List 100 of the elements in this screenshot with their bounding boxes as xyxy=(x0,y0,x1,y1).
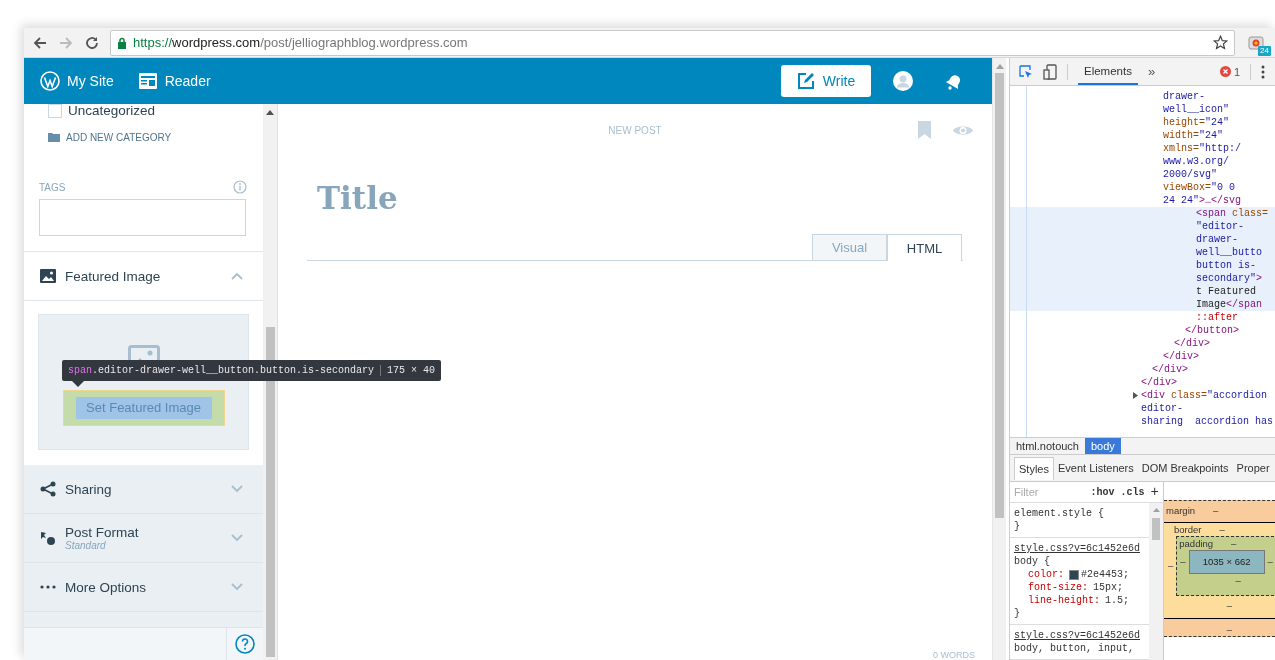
code-line: </div> xyxy=(1163,350,1199,363)
breadcrumb[interactable]: html.notouch xyxy=(1010,438,1085,454)
size-text: 175 × 40 xyxy=(380,365,436,376)
editor-tab[interactable]: HTML xyxy=(887,234,962,261)
more-menu-icon[interactable] xyxy=(1261,64,1265,79)
extension-badge: 24 xyxy=(1258,45,1271,56)
error-count: 1 xyxy=(1233,65,1240,78)
code-line: button is- xyxy=(1196,259,1256,272)
collapsed-triangle-icon[interactable] xyxy=(1132,392,1139,399)
devtools-tab[interactable]: Elements xyxy=(1078,58,1138,85)
code-line: "editor- xyxy=(1196,220,1244,233)
css-selector: element.style { xyxy=(1014,507,1105,520)
code-line: <div class="accordion xyxy=(1141,389,1268,402)
stylesheet-link[interactable]: style.css?v=6c1452e6d xyxy=(1014,542,1149,555)
code-line: sharing accordion has xyxy=(1141,415,1274,428)
info-icon[interactable] xyxy=(233,180,248,194)
avatar-icon[interactable] xyxy=(893,71,913,91)
styles-tab[interactable]: DOM Breakpoints xyxy=(1137,457,1233,479)
help-icon[interactable] xyxy=(235,634,256,654)
reload-icon[interactable] xyxy=(84,34,100,51)
css-brace: } xyxy=(1014,607,1021,620)
breadcrumb[interactable]: body xyxy=(1085,438,1121,454)
accordion-header[interactable]: Sharing xyxy=(24,465,264,514)
box-value: – xyxy=(1168,560,1174,572)
css-property: line-height: xyxy=(1028,594,1100,607)
back-arrow-icon[interactable] xyxy=(32,34,48,51)
pen-dot-icon xyxy=(40,530,56,546)
stylesheet-link[interactable]: style.css?v=6c1452e6d xyxy=(1014,629,1149,642)
code-line: well__icon" xyxy=(1163,103,1229,116)
section-subtitle: Standard xyxy=(65,540,107,551)
star-icon[interactable] xyxy=(1213,35,1228,50)
code-line: drawer- xyxy=(1163,90,1205,103)
tags-field[interactable] xyxy=(39,199,247,236)
box-value: – xyxy=(1226,599,1233,611)
pencil-square-icon xyxy=(796,72,815,90)
image-icon xyxy=(40,269,56,283)
css-brace: } xyxy=(1014,520,1021,533)
box-value: – xyxy=(1213,504,1219,516)
scrollbar-thumb[interactable] xyxy=(1152,518,1160,540)
code-line: width="24" xyxy=(1163,129,1224,142)
error-icon[interactable] xyxy=(1219,66,1231,77)
box-value: – xyxy=(1235,574,1241,586)
box-value: – xyxy=(1219,523,1225,535)
code-line: </div> xyxy=(1141,376,1177,389)
wordpress-logo-icon xyxy=(40,71,60,91)
address-bar[interactable]: https://wordpress.com/post/jelliographblog.wordpress.com xyxy=(110,29,1235,56)
inspect-icon[interactable] xyxy=(1019,64,1033,79)
scrollbar-thumb[interactable] xyxy=(995,73,1004,518)
code-line: </button> xyxy=(1185,324,1239,337)
bell-icon[interactable] xyxy=(945,72,962,90)
more-tabs-button[interactable]: » xyxy=(1147,64,1156,79)
category-label: Uncategorized xyxy=(68,104,156,118)
code-line: drawer- xyxy=(1196,233,1238,246)
folder-icon xyxy=(48,132,60,142)
device-toolbar-icon[interactable] xyxy=(1043,63,1057,80)
section-title: More Options xyxy=(65,579,148,595)
code-line: 24 24">…</svg xyxy=(1163,194,1242,207)
add-category-link[interactable]: ADD NEW CATEGORY xyxy=(66,131,172,143)
write-button[interactable]: Write xyxy=(781,65,871,97)
code-line: t Featured xyxy=(1196,285,1256,298)
css-property: font-size: xyxy=(1028,581,1088,594)
toggle-button[interactable]: .cls xyxy=(1120,486,1145,498)
my-site-link[interactable]: My Site xyxy=(40,71,114,91)
css-value: 15px; xyxy=(1093,581,1124,594)
accordion-header[interactable]: Post Format Standard xyxy=(24,514,264,563)
featured-image-header[interactable]: Featured Image xyxy=(24,252,264,301)
code-line: </div> xyxy=(1174,337,1210,350)
code-line: Image</span xyxy=(1196,298,1263,311)
selector-text: span.editor-drawer-well__button.button.is-secondary xyxy=(68,365,375,376)
chevron-up-icon[interactable] xyxy=(231,272,244,280)
ellipsis-icon xyxy=(40,585,56,589)
code-line: </div> xyxy=(1152,363,1188,376)
accordion-header[interactable]: More Options xyxy=(24,563,264,612)
section-title: Featured Image xyxy=(65,268,162,284)
box-value: – xyxy=(1226,624,1233,636)
css-value: 1.5; xyxy=(1105,594,1130,607)
code-line: secondary"> xyxy=(1196,272,1263,285)
lock-icon xyxy=(117,36,127,49)
reader-link[interactable]: Reader xyxy=(137,72,211,90)
styles-tab[interactable]: Proper xyxy=(1232,457,1274,479)
styles-tab[interactable]: Event Listeners xyxy=(1053,457,1138,479)
section-title: Post Format xyxy=(65,525,140,540)
checkbox[interactable] xyxy=(48,104,62,118)
new-rule-button[interactable]: + xyxy=(1150,484,1159,500)
css-selector: body, button, input, xyxy=(1014,642,1136,655)
box-value: – xyxy=(1267,556,1273,568)
share-icon xyxy=(40,481,56,497)
code-line: height="24" xyxy=(1163,116,1230,129)
new-post-heading: NEW POST xyxy=(608,125,662,136)
box-label: border xyxy=(1173,523,1202,535)
word-count: 0 WORDS xyxy=(933,650,975,660)
styles-tab[interactable]: Styles xyxy=(1014,456,1054,480)
code-line: ::after xyxy=(1196,311,1238,324)
css-selector: body { xyxy=(1014,555,1051,568)
box-size: 1035 × 662 xyxy=(1202,556,1251,568)
toggle-button[interactable]: :hov xyxy=(1090,486,1115,498)
scroll-up-arrow-icon[interactable] xyxy=(266,109,275,115)
tags-label: TAGS xyxy=(39,181,66,193)
code-line: well__butto xyxy=(1196,246,1262,259)
code-line: xmlns="http:/ xyxy=(1163,142,1242,155)
